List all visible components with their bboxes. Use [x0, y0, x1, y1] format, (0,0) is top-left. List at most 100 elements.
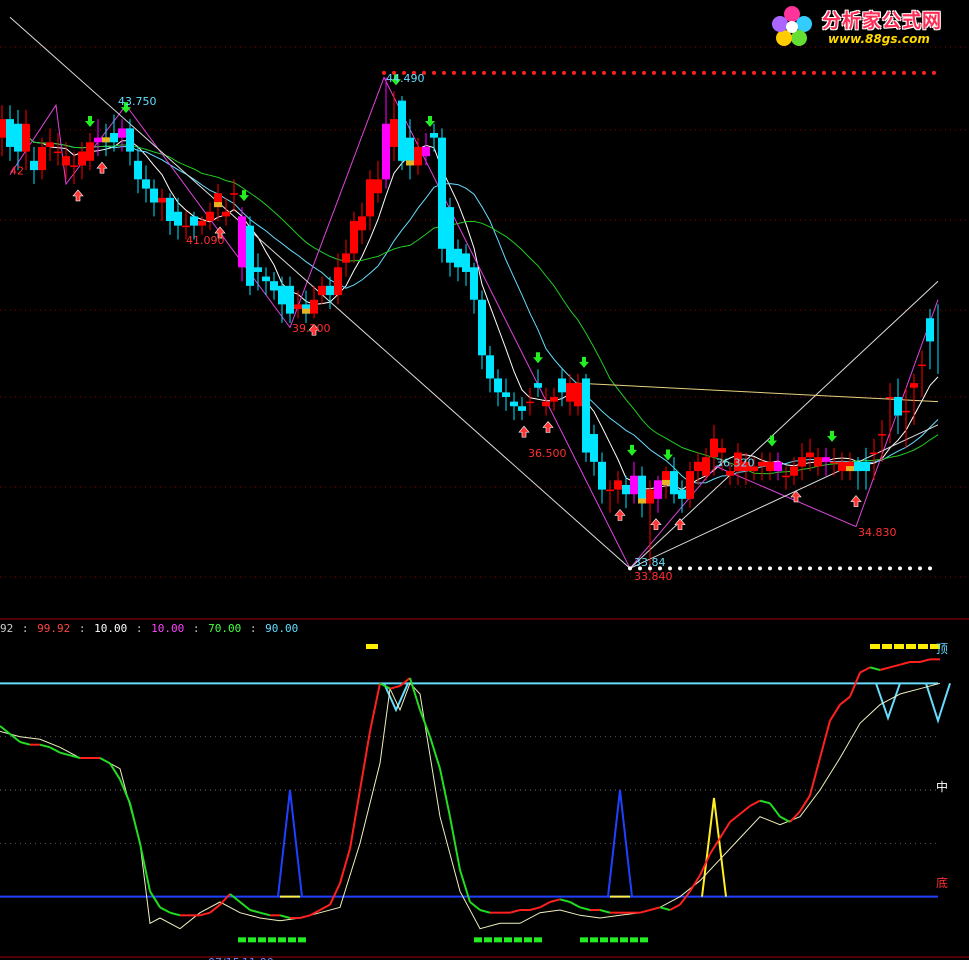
- resistance-dot: [792, 70, 796, 75]
- logo-url: www.88gs.com: [828, 32, 930, 46]
- candle-body: [654, 480, 662, 499]
- candle-body: [766, 461, 774, 472]
- candle-body: [166, 197, 174, 222]
- candle-gold-segment: [638, 498, 646, 504]
- sell-arrow-icon: [627, 444, 637, 456]
- green-signal-bar: [288, 937, 296, 943]
- level-label-bottom: 底: [936, 876, 949, 890]
- candle-body: [510, 401, 518, 407]
- candle-body: [910, 383, 918, 388]
- candle-body: [550, 396, 558, 402]
- candle-body: [326, 285, 334, 296]
- header-value-4: 10.00: [151, 622, 185, 635]
- indicator-main-segment: [479, 909, 491, 914]
- candle-body: [614, 480, 622, 490]
- candle: [534, 369, 542, 397]
- candle: [766, 452, 774, 481]
- resistance-dot: [672, 70, 676, 75]
- stock-chart[interactable]: 42 43.750 41.090 39.200 44.490 36.500 36.320 33…: [0, 0, 969, 960]
- candle: [678, 480, 686, 513]
- sell-arrow-icon: [767, 435, 777, 447]
- candle: [6, 105, 14, 161]
- resistance-dot: [712, 70, 716, 75]
- candle-body: [526, 401, 534, 404]
- candle-body: [270, 281, 278, 291]
- candle: [30, 146, 38, 184]
- candle: [102, 123, 110, 157]
- candle: [14, 109, 22, 171]
- ma-short-line: [1, 118, 939, 491]
- candle: [694, 452, 702, 485]
- candle: [614, 471, 622, 504]
- candle-body: [702, 457, 710, 476]
- candle-body: [150, 188, 158, 203]
- candle-gold-segment: [102, 137, 110, 143]
- chart-stage: 42 43.750 41.090 39.200 44.490 36.500 36.320 33…: [0, 0, 969, 960]
- buy-arrow-icon: [518, 425, 530, 438]
- resistance-dot: [912, 70, 916, 75]
- candle-body: [174, 211, 182, 226]
- support-dot: [828, 566, 832, 571]
- candle-body: [446, 207, 454, 263]
- support-dot: [678, 566, 682, 571]
- candle-body: [190, 216, 198, 226]
- buy-arrow-icon: [614, 509, 626, 521]
- indicator-main-segment: [449, 816, 461, 871]
- green-signal-bar: [640, 937, 648, 943]
- support-dot: [898, 566, 902, 571]
- candle-body: [342, 253, 350, 263]
- indicator-main-segment: [789, 810, 801, 823]
- indicator-main-segment: [229, 893, 241, 903]
- support-dot: [848, 566, 852, 571]
- candle: [54, 133, 62, 166]
- resistance-dot: [632, 70, 636, 75]
- candle-body: [70, 165, 78, 167]
- candle: [526, 387, 534, 416]
- logo-name: 分析家公式网: [822, 10, 943, 32]
- resistance-dot: [662, 70, 666, 75]
- candle-body: [894, 396, 902, 416]
- support-dot: [688, 566, 692, 571]
- support-dot: [888, 566, 892, 571]
- buy-arrow-icon: [650, 518, 662, 531]
- candle: [422, 133, 430, 166]
- candle-body: [294, 304, 302, 309]
- indicator-main-segment: [889, 663, 901, 669]
- candle-body: [494, 378, 502, 393]
- price-label: 36.500: [528, 447, 567, 460]
- candle-body: [862, 461, 870, 472]
- resistance-dot: [612, 70, 616, 75]
- indicator-main-segment: [299, 914, 311, 919]
- sell-arrow-icon: [827, 430, 837, 442]
- indicator-main-segment: [509, 909, 521, 914]
- candle: [606, 480, 614, 513]
- support-dot: [838, 566, 842, 571]
- candle: [198, 216, 206, 235]
- candle: [358, 202, 366, 245]
- candle: [758, 452, 766, 481]
- candle: [502, 378, 510, 411]
- indicator-main-segment: [249, 909, 261, 914]
- candle: [814, 447, 822, 476]
- candle-body: [350, 221, 358, 254]
- candle: [886, 383, 894, 444]
- resistance-dot: [892, 70, 896, 75]
- header-value-2: 99.92: [37, 622, 71, 635]
- indicator-main-segment: [349, 789, 361, 849]
- indicator-main-segment: [239, 901, 251, 911]
- candle-body: [470, 267, 478, 300]
- indicator-main-segment: [49, 746, 61, 754]
- candle-body: [246, 225, 254, 286]
- indicator-main-segment: [869, 666, 881, 671]
- indicator-main-segment: [219, 893, 231, 906]
- indicator-white-line: [0, 682, 941, 930]
- indicator-main-segment: [659, 906, 671, 911]
- resistance-dot: [452, 70, 456, 75]
- green-signal-bar: [610, 937, 618, 943]
- price-label: 39.200: [292, 322, 331, 335]
- candle-body: [798, 457, 806, 467]
- indicator-main-segment: [169, 911, 181, 917]
- candle: [590, 424, 598, 476]
- candle-body: [758, 461, 766, 467]
- candle-body: [30, 160, 38, 171]
